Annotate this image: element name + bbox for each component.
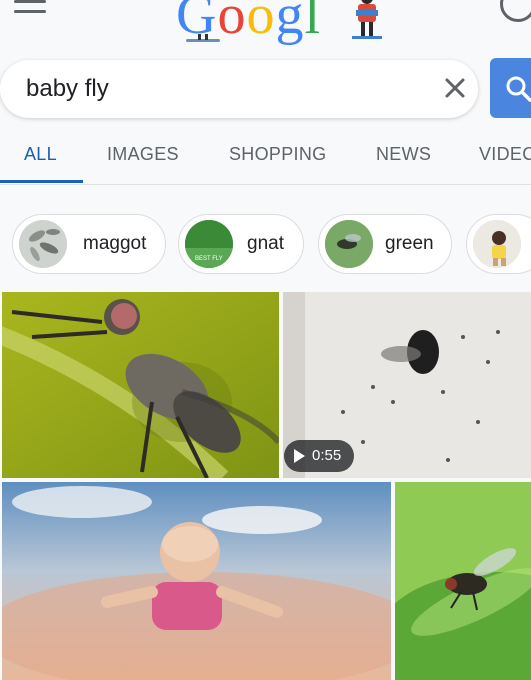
tab-news[interactable]: NEWS (376, 144, 431, 165)
search-box[interactable]: baby fly (0, 60, 478, 118)
fly-on-leaf-image (395, 482, 531, 680)
chip-gnat[interactable]: BEST FLY gnat (178, 214, 304, 274)
logo-letter: l (304, 0, 322, 46)
search-button[interactable] (490, 58, 531, 118)
tab-videos[interactable]: VIDEC (479, 144, 531, 165)
doodle-shadow-icon (186, 34, 220, 42)
search-input[interactable]: baby fly (26, 74, 109, 104)
logo-letter: o (217, 0, 247, 46)
gnat-thumbnail-text: BEST FLY (195, 256, 223, 262)
image-result[interactable] (2, 292, 279, 478)
doodle-figure-icon (352, 0, 382, 39)
maggot-thumbnail (19, 220, 67, 268)
chip-label: gnat (247, 233, 284, 254)
fly-on-stem-image (2, 292, 279, 478)
logo-letter: o (246, 0, 276, 46)
gnat-thumbnail: BEST FLY (185, 220, 233, 268)
play-icon (294, 449, 305, 463)
video-duration: 0:55 (312, 447, 342, 464)
chip-green[interactable]: green (318, 214, 452, 274)
image-result[interactable] (2, 482, 391, 680)
baby-in-clouds-image (2, 482, 391, 680)
video-duration-badge: 0:55 (284, 440, 354, 472)
tab-shopping[interactable]: SHOPPING (229, 144, 326, 165)
baby-thumbnail (473, 220, 521, 268)
chip-label: maggot (83, 233, 147, 254)
tab-images[interactable]: IMAGES (107, 144, 179, 165)
search-icon (506, 76, 531, 102)
green-thumbnail (325, 220, 373, 268)
menu-icon[interactable] (14, 0, 46, 22)
chip-baby[interactable] (466, 214, 531, 274)
logo-letter: g (275, 0, 305, 46)
chip-label: green (385, 233, 434, 254)
active-tab-indicator (0, 180, 83, 183)
tab-all[interactable]: ALL (24, 144, 57, 165)
search-tabs: ALL IMAGES SHOPPING NEWS VIDEC (0, 132, 531, 185)
account-icon[interactable] (500, 0, 531, 22)
image-result[interactable] (395, 482, 531, 680)
clear-icon[interactable] (440, 73, 470, 103)
chip-maggot[interactable]: maggot (12, 214, 166, 274)
